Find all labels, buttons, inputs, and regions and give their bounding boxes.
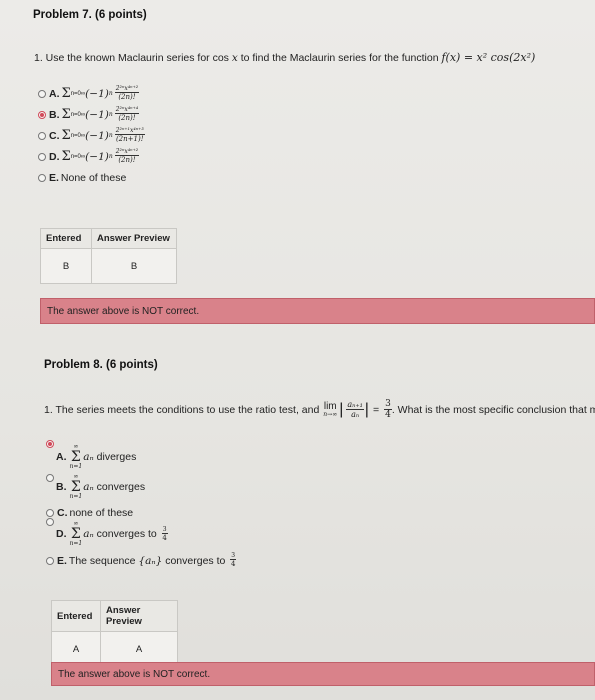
p7-option-b[interactable]: B. Σn=0 ∞ (−1) n 2²ⁿx⁴ⁿ⁺⁴ (2n)! — [38, 106, 140, 122]
p8-frac-3-4: 34 — [384, 399, 392, 420]
p8-option-a-content: A. ∞ Σn=1 aₙ diverges — [56, 443, 137, 470]
p7-status-text: The answer above is NOT correct. — [47, 305, 200, 317]
p7-radio-b-selected[interactable] — [38, 110, 46, 119]
page: Problem 7. (6 points) 1. Use the known M… — [0, 0, 595, 700]
p8-radio-e[interactable] — [46, 556, 54, 565]
p8-option-b-content: B. ∞ Σn=1 aₙ converges — [56, 473, 146, 500]
p8-radio-c[interactable] — [46, 509, 54, 517]
p8-status-text: The answer above is NOT correct. — [58, 668, 211, 680]
p8-radio-b[interactable] — [46, 474, 54, 482]
p7-radio-c[interactable] — [38, 131, 46, 140]
p7-radio-d[interactable] — [38, 152, 46, 161]
p7-d-fraction: 2²ⁿx⁴ⁿ⁺² (2n)! — [114, 148, 140, 164]
p7-a-fraction: 2²ⁿx⁴ⁿ⁺² (2n)! — [114, 85, 140, 101]
p8-ratio: aₙ₊₁ aₙ — [346, 400, 364, 419]
problem-7-title: Problem 7. (6 points) — [33, 9, 147, 21]
p7-entered-value: B — [40, 248, 92, 284]
p7-radio-e[interactable] — [38, 174, 46, 182]
p7-results-table: Entered Answer Preview B B — [40, 228, 177, 284]
p8-results-table: Entered Answer Preview A A — [51, 600, 178, 667]
p7-col-entered: Entered — [40, 228, 92, 249]
p7-status-bar: The answer above is NOT correct. — [40, 298, 595, 324]
p8-option-c[interactable]: C. none of these — [46, 507, 133, 519]
p7-b-fraction: 2²ⁿx⁴ⁿ⁺⁴ (2n)! — [114, 106, 140, 122]
p7-option-d[interactable]: D. Σn=0 ∞ (−1) n 2²ⁿx⁴ⁿ⁺² (2n)! — [38, 148, 140, 164]
p7-radio-a[interactable] — [38, 89, 46, 98]
problem-7-question: 1. Use the known Maclaurin series for co… — [34, 51, 536, 64]
p8-col-entered: Entered — [51, 600, 101, 632]
p8-col-preview: Answer Preview — [100, 600, 178, 632]
problem-8-question: 1. The series meets the conditions to us… — [44, 399, 595, 420]
p8-status-bar: The answer above is NOT correct. — [51, 662, 595, 686]
problem-8-title: Problem 8. (6 points) — [44, 359, 158, 371]
p8-option-e[interactable]: E. The sequence {aₙ} converges to 34 — [46, 553, 237, 568]
p7-preview-value: B — [91, 248, 177, 284]
p7-option-c[interactable]: C. Σn=0 ∞ (−1) n 2²ⁿ⁺¹x⁴ⁿ⁺³ (2n+1)! — [38, 128, 145, 143]
p7-option-a[interactable]: A. Σn=0 ∞ (−1) n 2²ⁿx⁴ⁿ⁺² (2n)! — [38, 85, 140, 101]
p7-c-fraction: 2²ⁿ⁺¹x⁴ⁿ⁺³ (2n+1)! — [114, 127, 145, 143]
p8-option-d-content: D. ∞ Σn=1 aₙ converges to 34 — [56, 520, 168, 547]
p7-option-e[interactable]: E. None of these — [38, 172, 126, 184]
p8-radio-a-selected[interactable] — [46, 440, 54, 448]
p7-col-preview: Answer Preview — [91, 228, 177, 249]
p8-radio-d[interactable] — [46, 518, 54, 526]
